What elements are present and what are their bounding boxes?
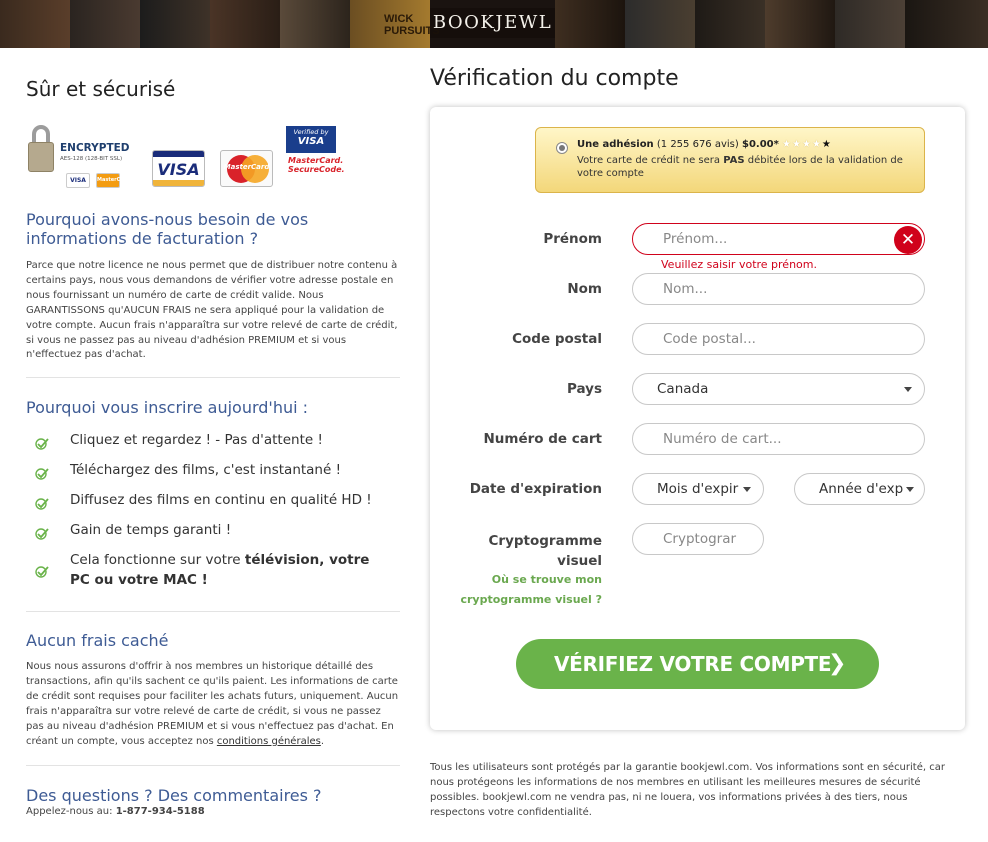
first-name-label: Prénom xyxy=(543,231,602,247)
mastercard-securecode-badge: MasterCard. SecureCode. xyxy=(288,156,345,174)
terms-link[interactable]: conditions générales xyxy=(217,736,321,747)
offer-line: Une adhésion (1 255 676 avis) $0.00* ★★★… xyxy=(577,139,832,150)
mc-securecode-line1: MasterCard. xyxy=(288,156,344,165)
chevron-right-icon: ❯ xyxy=(828,651,847,676)
card-number-label: Numéro de cart xyxy=(483,431,602,447)
call-label: Appelez-nous au: xyxy=(26,806,116,817)
benefit-text: Téléchargez des films, c'est instantané … xyxy=(70,462,342,478)
poster-thumb xyxy=(905,0,988,48)
mini-mastercard-logo: MasterCard xyxy=(96,173,130,188)
mini-visa-logo: VISA xyxy=(66,173,90,188)
no-fees-title: Aucun frais caché xyxy=(26,631,169,650)
membership-offer[interactable]: Une adhésion (1 255 676 avis) $0.00* ★★★… xyxy=(535,127,925,193)
rating-stars-icon: ★★★★★ xyxy=(782,139,832,150)
postal-code-input[interactable]: Code postal... xyxy=(632,323,925,355)
cvv-label: Cryptogramme visuel xyxy=(488,533,602,569)
country-select[interactable]: Canada xyxy=(632,373,925,405)
last-name-input[interactable]: Nom... xyxy=(632,273,925,305)
benefit-text: Diffusez des films en continu en qualité… xyxy=(70,492,372,508)
verify-account-button[interactable]: VÉRIFIEZ VOTRE COMPTE ❯ xyxy=(516,639,879,689)
why-billing-text: Parce que notre licence ne nous permet q… xyxy=(26,260,398,361)
visa-logo-text: VISA xyxy=(157,160,200,179)
security-badges: ENCRYPTED AES-128 (128-BIT SSL) VISA Mas… xyxy=(26,122,345,190)
first-name-input[interactable]: Prénom... xyxy=(632,223,925,255)
chevron-down-icon xyxy=(904,387,912,392)
expiry-year-value: Année d'exp xyxy=(819,481,904,497)
verified-by-label: Verified by xyxy=(293,128,329,136)
error-icon: ✕ xyxy=(894,226,922,254)
check-icon xyxy=(35,528,49,540)
divider xyxy=(26,765,400,766)
encrypted-badge-label: ENCRYPTED xyxy=(60,142,130,154)
benefit-text: Cela fonctionne sur votre télévision, vo… xyxy=(70,550,390,590)
why-billing-title: Pourquoi avons-nous besoin de vos inform… xyxy=(26,210,309,248)
offer-note: Votre carte de crédit ne sera PAS débité… xyxy=(577,155,903,179)
no-fees-body: Nous nous assurons d'offrir à nos membre… xyxy=(26,661,399,747)
secure-title: Sûr et sécurisé xyxy=(26,77,176,101)
divider xyxy=(26,611,400,612)
poster-thumb xyxy=(765,0,835,48)
verified-by-visa-badge: Verified by VISA xyxy=(286,126,336,153)
card-number-input[interactable]: Numéro de cart... xyxy=(632,423,925,455)
questions-title: Des questions ? Des commentaires ? xyxy=(26,786,322,805)
postal-code-label: Code postal xyxy=(512,331,602,347)
poster-thumb xyxy=(70,0,140,48)
visa-logo: VISA xyxy=(152,150,205,187)
check-icon xyxy=(35,566,49,578)
country-value: Canada xyxy=(657,381,709,397)
encrypted-badge-sub: AES-128 (128-BIT SSL) xyxy=(60,156,123,162)
country-label: Pays xyxy=(566,381,602,397)
form-title: Vérification du compte xyxy=(430,66,679,91)
verify-account-label: VÉRIFIEZ VOTRE COMPTE xyxy=(554,652,832,676)
poster-thumb xyxy=(140,0,210,48)
no-fees-text: Nous nous assurons d'offrir à nos membre… xyxy=(26,661,399,747)
offer-name: Une adhésion xyxy=(577,139,654,150)
poster-title: WICK xyxy=(384,13,414,25)
benefit-text: Cliquez et regardez ! - Pas d'attente ! xyxy=(70,432,323,448)
header-banner: WICK PURSUITS BOOKJEWL xyxy=(0,0,988,48)
poster-thumb xyxy=(625,0,695,48)
contact-line: Appelez-nous au: 1-877-934-5188 xyxy=(26,805,400,820)
privacy-footer: Tous les utilisateurs sont protégés par … xyxy=(430,762,945,818)
cvv-input[interactable]: Cryptograr xyxy=(632,523,764,555)
poster-thumb: WICK PURSUITS xyxy=(350,0,440,48)
verified-visa-brand: VISA xyxy=(297,136,325,147)
first-name-error: Veuillez saisir votre prénom. xyxy=(661,258,817,271)
offer-price: $0.00* xyxy=(741,139,779,150)
expiry-year-select[interactable]: Année d'exp xyxy=(794,473,925,505)
mastercard-logo: MasterCard xyxy=(220,150,273,187)
site-logo[interactable]: BOOKJEWL xyxy=(430,8,555,38)
mastercard-logo-text: MasterCard xyxy=(223,163,270,171)
verification-form-card xyxy=(430,107,965,730)
membership-radio[interactable] xyxy=(556,142,568,154)
expiry-month-value: Mois d'expir xyxy=(657,481,739,497)
expiry-label: Date d'expiration xyxy=(469,481,602,497)
expiry-month-select[interactable]: Mois d'expir xyxy=(632,473,764,505)
why-join-title: Pourquoi vous inscrire aujourd'hui : xyxy=(26,398,309,417)
poster-thumb xyxy=(835,0,905,48)
poster-thumb xyxy=(210,0,280,48)
check-icon xyxy=(35,468,49,480)
lock-icon xyxy=(28,142,54,172)
cvv-help-link[interactable]: Où se trouve mon cryptogramme visuel ? xyxy=(430,570,602,610)
poster-thumb xyxy=(695,0,765,48)
benefit-text: Gain de temps garanti ! xyxy=(70,522,232,538)
chevron-down-icon xyxy=(743,487,751,492)
check-icon xyxy=(35,438,49,450)
poster-thumb xyxy=(0,0,70,48)
poster-thumb xyxy=(555,0,625,48)
divider xyxy=(26,377,400,378)
offer-reviews: (1 255 676 avis) xyxy=(656,139,739,150)
phone-number[interactable]: 1-877-934-5188 xyxy=(116,806,205,817)
mc-securecode-line2: SecureCode. xyxy=(288,165,345,174)
poster-thumb xyxy=(280,0,350,48)
check-icon xyxy=(35,498,49,510)
benefit-text-prefix: Cela fonctionne sur votre xyxy=(70,552,245,568)
chevron-down-icon xyxy=(906,487,914,492)
last-name-label: Nom xyxy=(567,281,602,297)
